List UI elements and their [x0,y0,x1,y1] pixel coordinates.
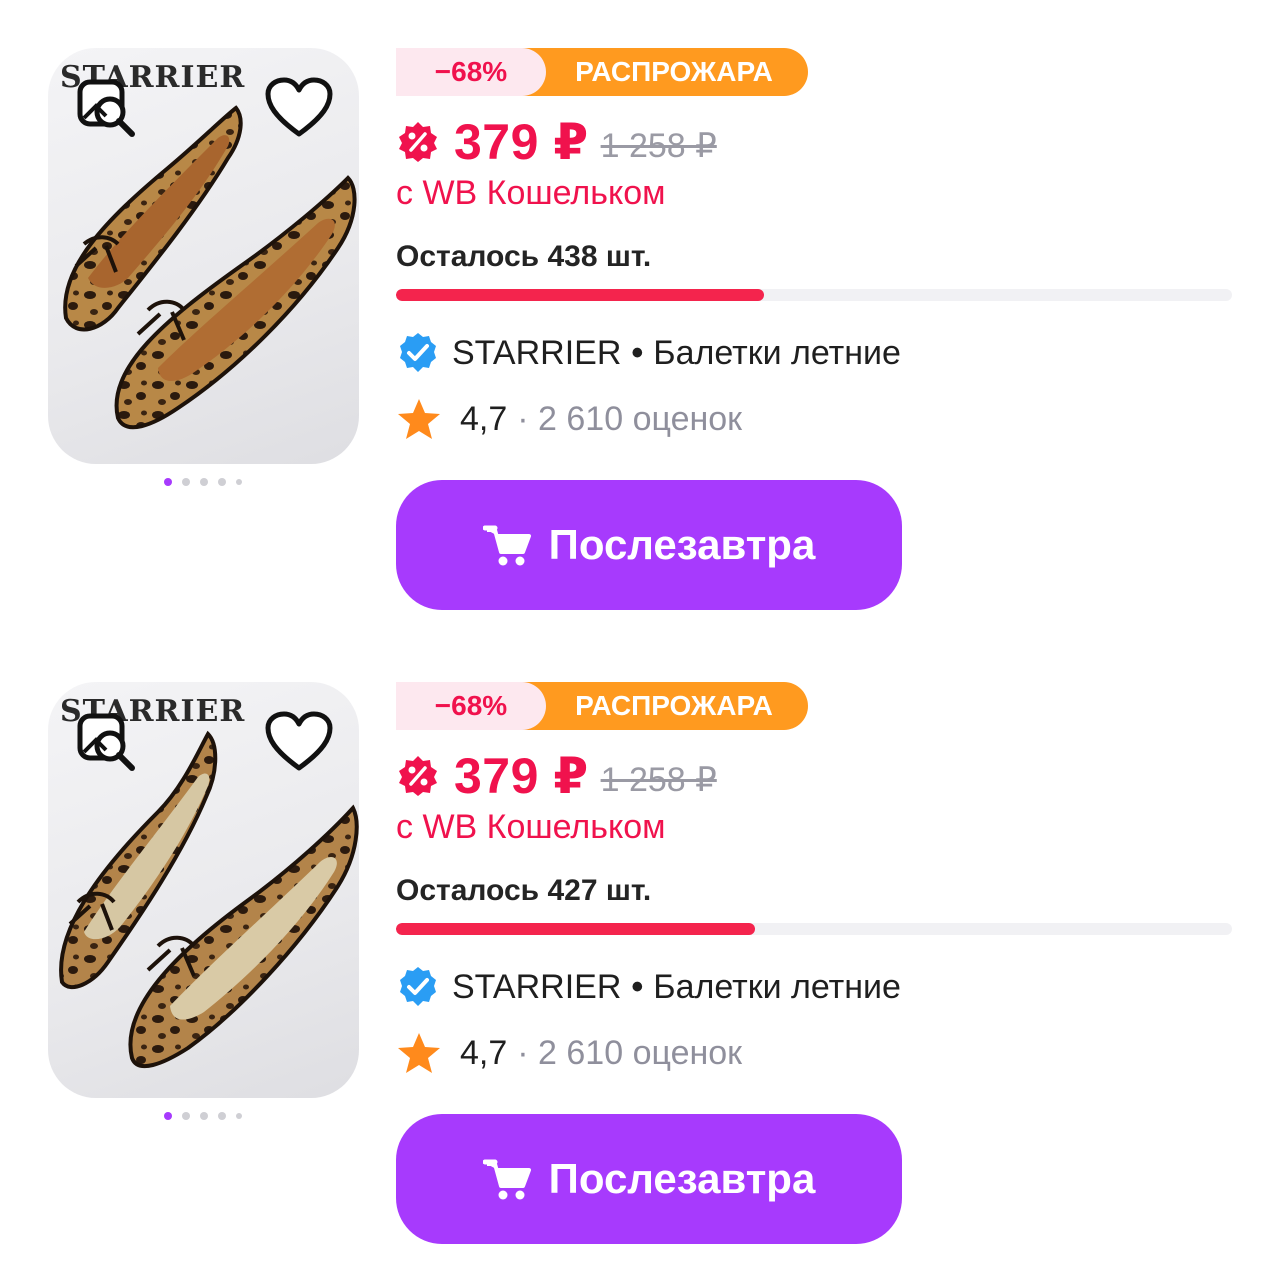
pagination-dot [218,478,226,486]
buy-button-label: Послезавтра [548,521,816,568]
heart-outline-icon[interactable] [264,76,334,140]
pagination-dot [182,1112,190,1120]
stock-progress-bar [396,923,1232,935]
cart-icon [482,525,531,566]
price-row: 379 ₽ 1 258 ₽ [396,744,717,808]
verified-check-icon [400,333,436,372]
stock-remaining: Осталось 427 шт. [396,874,652,907]
wb-discount-icon [399,756,437,796]
old-price: 1 258 ₽ [600,127,717,165]
rating-score: 4,7 [460,399,508,438]
reviews-count: · 2 610 оценок [517,1033,743,1072]
sale-badge: −68% РАСПРОЖАРА [396,682,808,730]
pagination-dot-active [164,1112,172,1120]
image-pagination [164,1110,244,1122]
current-price: 379 ₽ [454,114,589,170]
verified-check-icon [400,967,436,1006]
add-to-cart-button[interactable]: Послезавтра [396,480,902,610]
sale-badge: −68% РАСПРОЖАРА [396,48,808,96]
pagination-dot [200,1112,208,1120]
stock-progress-fill [396,289,764,301]
separator-dot: • [631,967,644,1006]
old-price: 1 258 ₽ [600,761,717,799]
seller-row[interactable]: STARRIER • Балетки летние [396,330,901,376]
buy-button-label: Послезавтра [548,1155,816,1202]
current-price: 379 ₽ [454,748,589,804]
wallet-label: с WB Кошельком [396,174,666,212]
stock-progress-bar [396,289,1232,301]
rating-row: 4,7 · 2 610 оценок [396,396,742,442]
price-row: 379 ₽ 1 258 ₽ [396,110,717,174]
cart-icon [482,1159,531,1200]
image-search-icon[interactable] [76,78,138,140]
product-card[interactable]: STARRIER −68% РАСПРОЖАРА 379 ₽ 1 258 ₽ с [0,48,1280,648]
sale-label: РАСПРОЖАРА [522,48,808,96]
seller-name: STARRIER [452,333,622,372]
star-icon [398,1033,440,1073]
pagination-dot [182,478,190,486]
seller-name: STARRIER [452,967,622,1006]
star-icon [398,399,440,439]
product-image[interactable]: STARRIER [48,682,359,1098]
discount-percent: −68% [396,48,546,96]
discount-percent: −68% [396,682,546,730]
wb-discount-icon [399,122,437,162]
add-to-cart-button[interactable]: Послезавтра [396,1114,902,1244]
heart-outline-icon[interactable] [264,710,334,774]
image-pagination [164,476,244,488]
rating-row: 4,7 · 2 610 оценок [396,1030,742,1076]
stock-progress-fill [396,923,756,935]
product-name: Балетки летние [653,333,901,372]
pagination-dot [218,1112,226,1120]
stock-remaining: Осталось 438 шт. [396,240,652,273]
product-name: Балетки летние [653,967,901,1006]
pagination-dot-active [164,478,172,486]
reviews-count: · 2 610 оценок [517,399,743,438]
image-search-icon[interactable] [76,712,138,774]
rating-score: 4,7 [460,1033,508,1072]
pagination-dot [236,479,242,485]
separator-dot: • [631,333,644,372]
seller-row[interactable]: STARRIER • Балетки летние [396,964,901,1010]
wallet-label: с WB Кошельком [396,808,666,846]
pagination-dot [200,478,208,486]
sale-label: РАСПРОЖАРА [522,682,808,730]
product-image[interactable]: STARRIER [48,48,359,464]
product-card[interactable]: STARRIER −68% РАСПРОЖАРА 379 ₽ 1 258 ₽ с [0,682,1280,1282]
pagination-dot [236,1113,242,1119]
